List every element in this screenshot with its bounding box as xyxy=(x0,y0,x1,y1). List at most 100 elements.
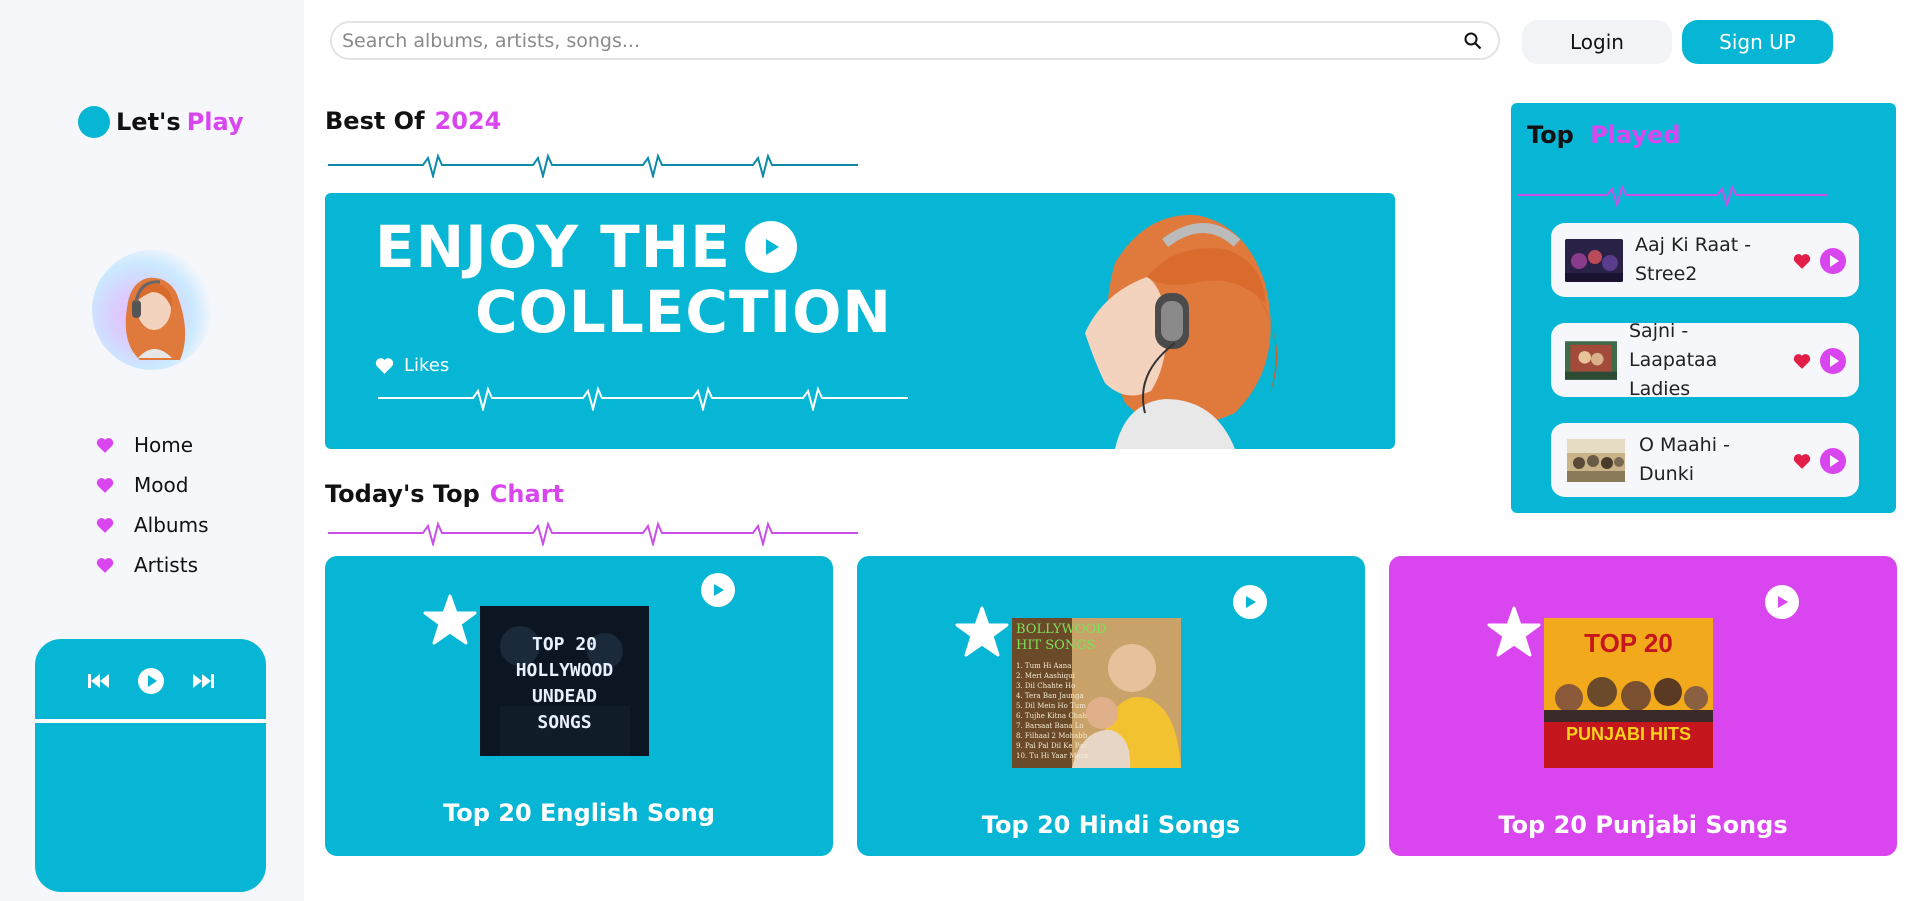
top-chart-title-text: Today's Top xyxy=(325,480,480,508)
svg-text:2. Meri Aashiqui: 2. Meri Aashiqui xyxy=(1016,672,1076,680)
star-icon[interactable] xyxy=(955,606,1009,658)
svg-text:3. Dil Chahte Ho: 3. Dil Chahte Ho xyxy=(1016,682,1075,690)
card-title: Top 20 English Song xyxy=(443,799,715,827)
chart-card-hindi[interactable]: 1. Tum Hi Aana 2. Meri Aashiqui 3. Dil Cha… xyxy=(857,556,1365,856)
top-chart-title-accent: Chart xyxy=(489,480,564,508)
svg-text:10. Tu Hi Yaar Mera: 10. Tu Hi Yaar Mera xyxy=(1016,752,1088,760)
play-icon[interactable] xyxy=(1819,347,1847,375)
banner-headline-line2: COLLECTION xyxy=(475,278,892,346)
app-logo[interactable]: Let's Play xyxy=(78,106,244,138)
player-controls xyxy=(35,667,266,695)
nav-item-albums[interactable]: Albums xyxy=(96,505,209,545)
banner-headline-line1: ENJOY THE xyxy=(375,213,797,281)
top-played-title-accent: Played xyxy=(1590,121,1681,149)
girl-headphones-avatar-icon xyxy=(125,277,186,360)
star-icon[interactable] xyxy=(1487,606,1541,658)
chart-card-english[interactable]: TOP 20 HOLLYWOOD UNDEAD SONGS Top 20 Eng… xyxy=(325,556,833,856)
heart-icon xyxy=(96,438,114,453)
signup-button[interactable]: Sign UP xyxy=(1682,20,1833,64)
song-title: O Maahi - Dunki xyxy=(1639,434,1730,485)
cover-text: BOLLYWOOD HIT SONGS xyxy=(1016,622,1107,654)
next-track-icon[interactable] xyxy=(191,671,215,691)
album-thumbnail xyxy=(1565,238,1623,282)
main-nav: Home Mood Albums Artists xyxy=(96,425,209,585)
nav-item-mood[interactable]: Mood xyxy=(96,465,209,505)
chart-card-punjabi[interactable]: TOP 20 PUNJABI HITS Top 20 Punjabi Songs xyxy=(1389,556,1897,856)
play-icon xyxy=(714,584,724,596)
top-played-item[interactable]: Sajni - Laapataa Ladies xyxy=(1551,320,1859,400)
heart-icon xyxy=(375,358,394,374)
cover-text-line: TOP 20 xyxy=(1584,628,1673,658)
heartbeat-divider-icon xyxy=(328,520,858,546)
nav-item-label: Artists xyxy=(134,553,198,577)
search-icon[interactable] xyxy=(1464,32,1482,50)
previous-track-icon[interactable] xyxy=(87,671,111,691)
card-play-button[interactable] xyxy=(701,573,735,607)
nav-item-label: Mood xyxy=(134,473,189,497)
cover-text-line: PUNJABI HITS xyxy=(1565,724,1691,744)
nav-item-artists[interactable]: Artists xyxy=(96,545,209,585)
promo-banner[interactable]: ENJOY THE COLLECTION Likes xyxy=(325,193,1395,449)
svg-text:5. Dil Mein Ho Tum: 5. Dil Mein Ho Tum xyxy=(1016,702,1086,710)
girl-with-headphones-illustration xyxy=(1085,214,1278,449)
search-input[interactable] xyxy=(332,23,1432,58)
banner-play-icon[interactable] xyxy=(744,221,797,273)
player-progress-line[interactable] xyxy=(35,719,266,723)
heartbeat-divider-icon xyxy=(1517,184,1827,207)
play-icon[interactable] xyxy=(1819,447,1847,475)
svg-text:4. Tera Ban Jaunga: 4. Tera Ban Jaunga xyxy=(1016,692,1084,700)
cover-text-line: HIT SONGS xyxy=(1016,638,1096,653)
card-play-button[interactable] xyxy=(1233,585,1267,619)
heartbeat-divider-icon xyxy=(328,152,858,178)
banner-headline-text: ENJOY THE xyxy=(375,213,731,281)
logo-dot-icon xyxy=(78,106,110,138)
login-button[interactable]: Login xyxy=(1522,20,1672,64)
best-of-title: Best Of 2024 xyxy=(325,107,501,135)
album-cover-punjabi: TOP 20 PUNJABI HITS xyxy=(1544,618,1713,768)
heart-icon xyxy=(96,518,114,533)
heartbeat-wave-icon xyxy=(378,385,908,411)
logo-text-primary: Let's xyxy=(116,108,181,136)
song-title: Aaj Ki Raat - Stree2 xyxy=(1635,234,1752,285)
album-cover-english: TOP 20 HOLLYWOOD UNDEAD SONGS xyxy=(480,606,649,756)
mini-player xyxy=(35,639,266,892)
cover-text-line: UNDEAD xyxy=(531,686,598,707)
heart-icon[interactable] xyxy=(1793,253,1811,269)
nav-item-label: Albums xyxy=(134,513,209,537)
svg-text:6. Tujhe Kitna Chah: 6. Tujhe Kitna Chah xyxy=(1016,712,1087,720)
top-played-item[interactable]: Aaj Ki Raat - Stree2 xyxy=(1551,223,1859,297)
nav-item-label: Home xyxy=(134,433,194,457)
cover-text-line: TOP 20 xyxy=(531,634,598,655)
best-of-year: 2024 xyxy=(434,107,502,135)
play-icon xyxy=(1778,596,1788,608)
heart-icon[interactable] xyxy=(1793,453,1811,469)
play-triangle-icon xyxy=(765,239,779,255)
nav-item-home[interactable]: Home xyxy=(96,425,209,465)
star-icon[interactable] xyxy=(423,594,477,646)
cover-text-line: HOLLYWOOD xyxy=(515,660,614,681)
logo-text-accent: Play xyxy=(186,108,244,136)
album-cover-hindi: 1. Tum Hi Aana 2. Meri Aashiqui 3. Dil Cha… xyxy=(1012,618,1181,768)
svg-text:7. Barsaat Bana Lo: 7. Barsaat Bana Lo xyxy=(1016,722,1084,730)
cover-text-line: BOLLYWOOD xyxy=(1016,622,1107,637)
card-title: Top 20 Hindi Songs xyxy=(981,811,1241,839)
heart-icon[interactable] xyxy=(1793,353,1811,369)
cover-text: TOP 20 HOLLYWOOD UNDEAD SONGS xyxy=(480,632,649,736)
top-played-item[interactable]: O Maahi - Dunki xyxy=(1551,423,1859,497)
svg-text:8. Filhaal 2 Mohabb: 8. Filhaal 2 Mohabb xyxy=(1016,732,1088,740)
likes-button[interactable]: Likes xyxy=(375,355,449,376)
card-title: Top 20 Punjabi Songs xyxy=(1498,811,1788,839)
cover-text-line: SONGS xyxy=(537,712,592,733)
heart-icon xyxy=(96,558,114,573)
avatar xyxy=(92,250,212,370)
best-of-title-text: Best Of xyxy=(325,107,425,135)
card-play-button[interactable] xyxy=(1765,585,1799,619)
top-played-title-text: Top xyxy=(1527,121,1574,149)
top-chart-title: Today's Top Chart xyxy=(325,480,564,508)
play-icon[interactable] xyxy=(1819,247,1847,275)
song-title: Sajni - Laapataa Ladies xyxy=(1629,319,1718,400)
album-thumbnail xyxy=(1567,438,1625,482)
svg-text:1. Tum Hi Aana: 1. Tum Hi Aana xyxy=(1016,662,1071,670)
play-icon[interactable] xyxy=(137,667,165,695)
play-icon xyxy=(1246,596,1256,608)
